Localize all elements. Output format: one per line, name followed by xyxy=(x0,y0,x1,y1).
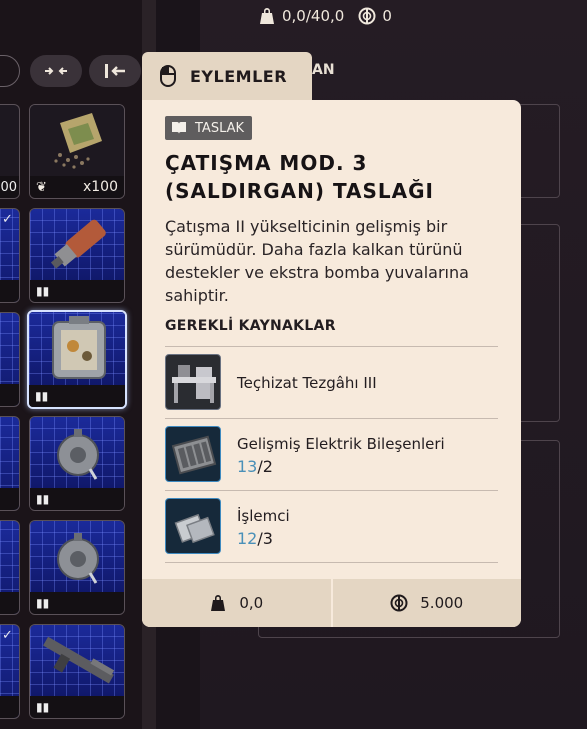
collapse-button[interactable] xyxy=(30,55,82,87)
seeds-item-image xyxy=(30,105,124,177)
inventory-cell-partial[interactable] xyxy=(0,416,20,511)
coin-icon xyxy=(390,594,408,612)
requirement-row: İşlemci 12/3 xyxy=(165,498,498,556)
badge-label: TASLAK xyxy=(195,120,245,136)
inventory-cell-partial[interactable] xyxy=(0,312,20,407)
mine-item-image xyxy=(30,417,124,489)
item-quantity: x100 xyxy=(82,179,118,195)
item-price-value: 5.000 xyxy=(420,594,464,612)
requirements-heading: GEREKLİ KAYNAKLAR xyxy=(165,318,336,334)
item-weight: 0,0 xyxy=(142,579,331,627)
leaf-icon: ❦ xyxy=(36,179,47,195)
inventory-cell-blueprint[interactable]: ▮▮ xyxy=(29,520,125,615)
divider xyxy=(165,562,498,563)
bag-icon xyxy=(258,7,276,25)
check-icon: ✓ xyxy=(2,212,13,227)
workbench-icon xyxy=(165,354,221,410)
actions-tab[interactable]: EYLEMLER xyxy=(142,52,312,100)
mine-item-image xyxy=(30,521,124,593)
coin-value: 0 xyxy=(382,7,392,25)
processor-icon xyxy=(165,498,221,554)
divider xyxy=(165,346,498,347)
coin-icon xyxy=(358,7,376,25)
requirement-row: Teçhizat Tezgâhı III xyxy=(165,354,498,412)
blueprint-icon: ▮▮ xyxy=(36,596,50,610)
item-price: 5.000 xyxy=(333,579,522,627)
blueprint-icon: ▮▮ xyxy=(36,492,50,506)
inventory-cell-partial[interactable]: 00 xyxy=(0,104,20,199)
top-stats-bar: 0,0/40,0 0 xyxy=(258,5,392,27)
sort-button[interactable] xyxy=(89,55,141,87)
electric-components-icon xyxy=(165,426,221,482)
requirement-count: 13/2 xyxy=(237,457,273,476)
item-weight-value: 0,0 xyxy=(239,594,264,612)
requirement-name: Gelişmiş Elektrik Bileşenleri xyxy=(237,435,445,453)
collapse-icon xyxy=(45,67,67,75)
rifle-item-image xyxy=(30,625,124,697)
sort-icon xyxy=(105,64,125,78)
mouse-icon xyxy=(160,65,176,87)
requirement-name: Teçhizat Tezgâhı III xyxy=(237,374,377,392)
inventory-cell-blueprint[interactable]: ▮▮ xyxy=(29,416,125,511)
augment-item-image xyxy=(29,312,125,386)
actions-tab-label: EYLEMLER xyxy=(190,66,288,86)
divider xyxy=(165,418,498,419)
item-tooltip: TASLAK ÇATIŞMA MOD. 3 (SALDIRGAN) TASLAĞ… xyxy=(142,100,521,627)
blueprint-icon: ▮▮ xyxy=(35,389,49,403)
requirement-name: İşlemci xyxy=(237,507,290,525)
divider xyxy=(165,490,498,491)
side-section-label: AN xyxy=(312,62,335,78)
tooltip-footer: 0,0 5.000 xyxy=(142,579,521,627)
book-icon xyxy=(172,122,186,134)
flashlight-item-image xyxy=(30,209,124,281)
inventory-cell-blueprint[interactable]: ✓ ▮▮ xyxy=(29,624,125,719)
item-description: Çatışma II yükselticinin gelişmiş bir sü… xyxy=(165,217,469,305)
coin-stat: 0 xyxy=(358,7,392,25)
bag-icon xyxy=(211,595,226,611)
weight-stat: 0,0/40,0 xyxy=(258,7,344,25)
inventory-cell-blueprint-selected[interactable]: ▮▮ xyxy=(27,310,127,409)
item-title: ÇATIŞMA MOD. 3 (SALDIRGAN) TASLAĞI xyxy=(165,151,434,203)
check-icon: ✓ xyxy=(2,628,13,643)
inventory-cell-partial[interactable] xyxy=(0,520,20,615)
requirement-count: 12/3 xyxy=(237,529,273,548)
requirement-row: Gelişmiş Elektrik Bileşenleri 13/2 xyxy=(165,426,498,484)
inventory-cell-blueprint[interactable]: ▮▮ xyxy=(29,208,125,303)
blueprint-icon: ▮▮ xyxy=(36,284,50,298)
blueprint-icon: ▮▮ xyxy=(36,700,50,714)
inventory-cell-seeds[interactable]: ❦ x100 xyxy=(29,104,125,199)
weight-value: 0,0/40,0 xyxy=(282,7,345,25)
blueprint-badge: TASLAK xyxy=(165,116,253,140)
